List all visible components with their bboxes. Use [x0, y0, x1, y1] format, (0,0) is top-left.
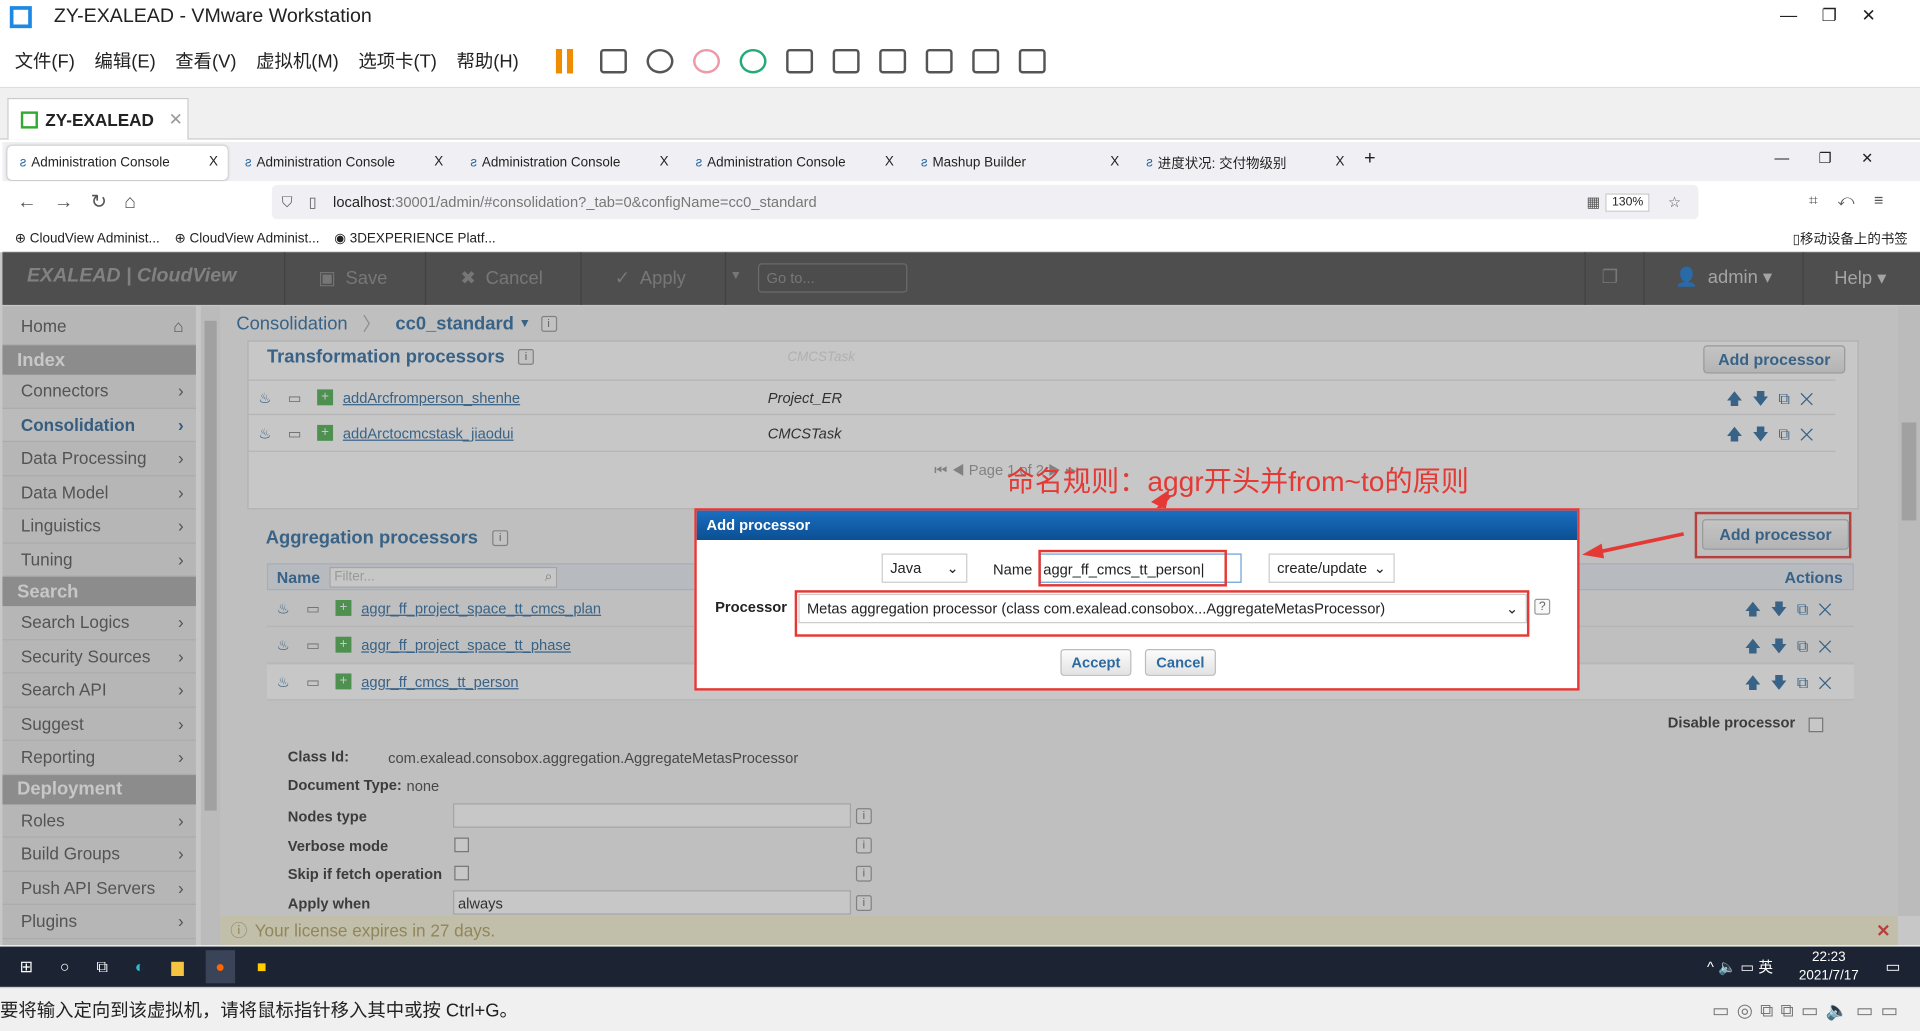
sticky-notes-icon[interactable]: ■ [257, 958, 267, 976]
vmware-statusbar: 要将输入定向到该虚拟机，请将鼠标指针移入其中或按 Ctrl+G。 ▭◎⧉⧉▭🔈▭… [0, 986, 1920, 1031]
dialog-title: Add processor [696, 510, 1578, 541]
language-value: Java [890, 559, 922, 577]
arrow-head [1582, 543, 1605, 559]
dialog-cancel-button[interactable]: Cancel [1144, 648, 1216, 676]
task-view-icon[interactable]: ⧉ [96, 957, 107, 977]
arrow-to-add [1591, 532, 1685, 556]
search-icon[interactable]: ○ [60, 958, 70, 976]
ime-indicator[interactable]: 英 [1758, 959, 1773, 976]
time: 22:23 [1811, 949, 1846, 965]
device-icons[interactable]: ▭◎⧉⧉▭🔈▭▭ [1712, 999, 1905, 1021]
explorer-icon[interactable]: ▆ [171, 957, 183, 977]
notification-icon[interactable]: ▭ [1885, 957, 1900, 977]
mode-value: create/update [1277, 559, 1368, 577]
accept-button[interactable]: Accept [1060, 648, 1132, 676]
arrow-head [1151, 489, 1170, 510]
date: 2021/7/17 [1798, 967, 1859, 983]
language-select[interactable]: Java ⌄ [881, 553, 968, 583]
help-icon[interactable]: ? [1534, 598, 1551, 615]
processor-label: Processor [715, 598, 787, 616]
windows-taskbar: ⊞ ○ ⧉ ◐ ▆ ● ■ ^ 🔈 ▭ 英 22:23 2021/7/17 ▭ [0, 946, 1920, 987]
name-label: Name [993, 560, 1033, 578]
start-icon[interactable]: ⊞ [20, 957, 33, 977]
tray-icons[interactable]: ^ 🔈 ▭ 英 [1707, 956, 1773, 977]
add-processor-dialog: Add processor Java ⌄ Name aggr_ff_cmcs_tt… [694, 508, 1580, 691]
firefox-icon[interactable]: ● [205, 950, 235, 984]
status-text: 要将输入定向到该虚拟机，请将鼠标指针移入其中或按 Ctrl+G。 [0, 1000, 518, 1022]
clock[interactable]: 22:23 2021/7/17 [1799, 948, 1859, 985]
highlight-box [1038, 549, 1227, 587]
mode-select[interactable]: create/update ⌄ [1268, 553, 1395, 583]
highlight-box [794, 590, 1530, 637]
edge-icon[interactable]: ◐ [135, 958, 145, 976]
